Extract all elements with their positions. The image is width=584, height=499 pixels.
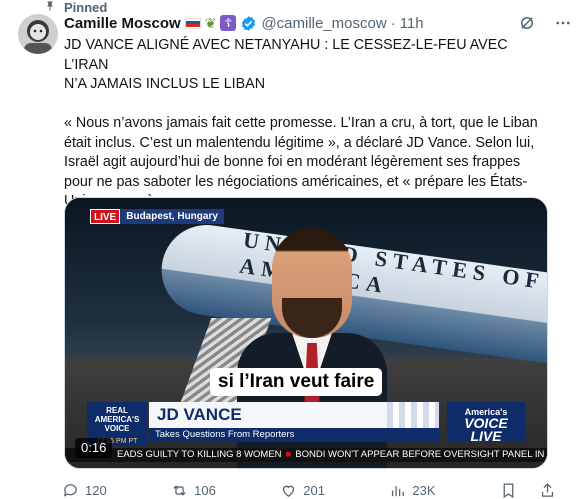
repost-button[interactable]: 106 (171, 482, 216, 499)
video-caption: si l’Iran veut faire (210, 368, 383, 396)
ticker-item: BONDI WON'T APPEAR BEFORE OVERSIGHT PANE… (295, 449, 547, 460)
views-icon (392, 485, 405, 496)
grok-icon[interactable] (518, 14, 536, 32)
avatar[interactable] (18, 14, 58, 54)
body-line: pour ne pas saboter les négociations amé… (64, 173, 528, 190)
reply-icon (63, 483, 77, 497)
reply-count: 120 (85, 482, 107, 498)
tweet-text: JD VANCE ALIGNÉ AVEC NETANYAHU : LE CESS… (64, 36, 554, 212)
bookmark-icon[interactable] (500, 482, 517, 499)
like-count: 201 (303, 482, 325, 498)
pin-icon (47, 1, 53, 11)
channel-logo-line: REAL (106, 406, 128, 415)
body-line: était inclus. C’est un malentendu légiti… (64, 134, 535, 151)
body-line: « Nous n’avons jamais fait cette promess… (64, 115, 538, 131)
verified-badge-icon (242, 15, 256, 31)
olive-branch-icon: ❦ (204, 14, 217, 31)
video-player[interactable]: UNITED STATES OF AMERICA LIVE Budapest, … (64, 197, 548, 469)
views-count: 23K (412, 482, 436, 498)
reply-button[interactable]: 120 (62, 482, 107, 499)
views-button[interactable]: 23K (389, 482, 436, 499)
secondary-actions (500, 482, 556, 499)
separator-dot: · (390, 14, 396, 32)
more-icon[interactable] (554, 14, 572, 32)
orthodox-cross-icon: ☦ (220, 15, 237, 31)
video-timer: 0:16 (75, 438, 113, 458)
ticker-item: EADS GUILTY TO KILLING 8 WOMEN (117, 449, 282, 460)
network-brand: America's VOICE LIVE (447, 402, 525, 444)
avatar-image (18, 14, 58, 54)
speaker-subtitle: Takes Questions From Reporters (149, 428, 439, 442)
header-actions (518, 14, 572, 32)
repost-count: 106 (194, 482, 216, 498)
brand-line: VOICE LIVE (464, 415, 508, 444)
live-location-tag: LIVE Budapest, Hungary (90, 209, 224, 224)
location-label: Budapest, Hungary (120, 209, 224, 224)
body-line: Israël agit aujourd’hui de bonne foi en … (64, 154, 521, 170)
news-ticker: EADS GUILTY TO KILLING 8 WOMEN ■ BONDI WON… (65, 448, 547, 462)
author-handle[interactable]: @camille_moscow (261, 15, 386, 32)
share-icon[interactable] (539, 482, 556, 499)
post-time[interactable]: 11h (400, 15, 424, 32)
tweet-header: Camille Moscow ❦ ☦ @camille_moscow · 11h (64, 12, 424, 34)
headline-line: JD VANCE ALIGNÉ AVEC NETANYAHU : LE CESS… (64, 37, 508, 73)
like-button[interactable]: 201 (280, 482, 325, 499)
flag-russia-icon (184, 17, 201, 29)
repost-icon (173, 484, 186, 496)
headline-line: N’A JAMAIS INCLUS LE LIBAN (64, 76, 266, 92)
live-badge: LIVE (90, 209, 121, 224)
channel-logo-line: VOICE (104, 424, 130, 433)
lower-third-banner: REAL AMERICA'S VOICE 12:15 PM PT JD VANC… (87, 402, 525, 446)
author-name[interactable]: Camille Moscow (64, 15, 181, 32)
channel-logo-line: AMERICA'S (94, 415, 140, 424)
like-icon (283, 485, 295, 497)
action-bar: 120 106 201 23K (62, 480, 556, 499)
